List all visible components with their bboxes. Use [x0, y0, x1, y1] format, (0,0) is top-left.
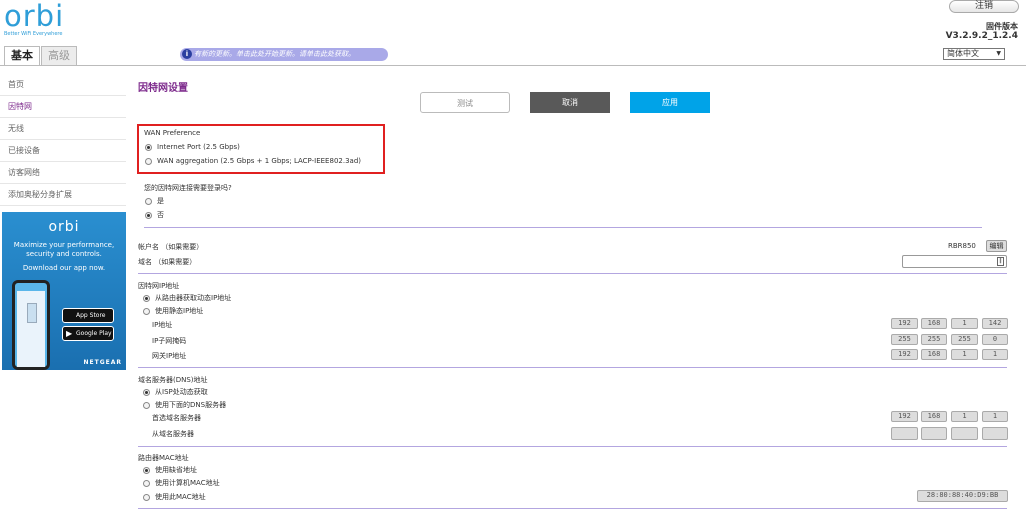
mask-octet-field[interactable]: 255: [951, 334, 978, 345]
section-divider: [138, 273, 1007, 274]
radio-button[interactable]: [145, 143, 152, 151]
logo-text: orbi: [4, 0, 65, 33]
primary-dns-octet-field[interactable]: 1: [982, 411, 1008, 422]
radio-button[interactable]: [143, 294, 150, 302]
primary-dns-label: 首选域名服务器: [152, 414, 201, 422]
radio-button[interactable]: [145, 197, 152, 205]
gateway-label: 网关IP地址: [152, 352, 187, 360]
update-notice-text: 有新的更新。单击此处开始更新。请单击此处获取。: [194, 50, 355, 58]
test-button[interactable]: 测试: [420, 92, 510, 113]
page-title: 因特网设置: [138, 83, 188, 94]
ip-section-heading: 因特网IP地址: [138, 282, 180, 290]
gateway-octet-field[interactable]: 1: [982, 349, 1008, 360]
sidebar-item-wireless[interactable]: 无线: [0, 118, 126, 140]
mac-option-computer[interactable]: 使用计算机MAC地址: [143, 478, 220, 488]
section-divider: [144, 227, 982, 228]
gateway-octet-field[interactable]: 1: [951, 349, 978, 360]
login-option-yes[interactable]: 是: [145, 196, 164, 206]
promo-download-text: Download our app now.: [22, 264, 106, 272]
gateway-octet-field[interactable]: 168: [921, 349, 947, 360]
domain-name-input[interactable]: ‖: [902, 255, 1007, 268]
secondary-dns-label: 从域名服务器: [152, 430, 194, 438]
radio-button[interactable]: [143, 401, 150, 409]
mac-option-default[interactable]: 使用缺省地址: [143, 465, 197, 475]
update-notice[interactable]: i 有新的更新。单击此处开始更新。请单击此处获取。: [180, 48, 388, 61]
ip-option-static[interactable]: 使用静态IP地址: [143, 306, 203, 316]
ip-octet-field[interactable]: 1: [951, 318, 978, 329]
language-select[interactable]: 简体中文 ▼: [943, 48, 1005, 60]
orbi-logo: orbi Better WiFi Everywhere: [4, 2, 74, 38]
secondary-dns-octet-field[interactable]: [921, 427, 947, 440]
radio-button[interactable]: [143, 388, 150, 396]
wan-option-internet-port[interactable]: Internet Port (2.5 Gbps): [145, 143, 240, 151]
wan-option-aggregation[interactable]: WAN aggregation (2.5 Gbps + 1 Gbps; LACP…: [145, 157, 361, 165]
mac-address-field[interactable]: 28:80:88:40:D9:BB: [917, 490, 1008, 502]
ip-octet-field[interactable]: 168: [921, 318, 947, 329]
ip-octet-field[interactable]: 192: [891, 318, 918, 329]
subnet-mask-label: IP子网掩码: [152, 337, 187, 345]
sidebar-item-add-satellite[interactable]: 添加奥秘分身扩展: [0, 184, 126, 206]
gateway-octet-field[interactable]: 192: [891, 349, 918, 360]
sidebar-item-guest-network[interactable]: 访客网络: [0, 162, 126, 184]
section-divider: [138, 508, 1007, 509]
dns-option-manual[interactable]: 使用下面的DNS服务器: [143, 400, 226, 410]
promo-logo: orbi: [48, 219, 80, 235]
tab-basic[interactable]: 基本: [4, 46, 40, 65]
mac-section-heading: 路由器MAC地址: [138, 454, 189, 462]
cancel-button[interactable]: 取消: [530, 92, 610, 113]
sidebar-item-home[interactable]: 首页: [0, 74, 126, 96]
secondary-dns-octet-field[interactable]: [982, 427, 1008, 440]
dns-section-heading: 域名服务器(DNS)地址: [138, 376, 208, 384]
sidebar: 首页 因特网 无线 已接设备 访客网络 添加奥秘分身扩展: [0, 74, 126, 206]
secondary-dns-octet-field[interactable]: [891, 427, 918, 440]
section-divider: [138, 446, 1007, 447]
domain-name-label: 域名 （如果需要）: [138, 258, 197, 266]
promo-headline: Maximize your performance, security and …: [13, 241, 115, 258]
info-icon: i: [182, 49, 192, 59]
account-name-value: RBR850: [948, 242, 976, 250]
primary-dns-octet-field[interactable]: 1: [951, 411, 978, 422]
ip-option-dynamic[interactable]: 从路由器获取动态IP地址: [143, 293, 231, 303]
radio-button[interactable]: [143, 466, 150, 474]
dropdown-arrow-icon: ▼: [996, 50, 1001, 57]
app-promo-banner[interactable]: orbi Maximize your performance, security…: [2, 212, 126, 370]
primary-dns-octet-field[interactable]: 168: [921, 411, 947, 422]
ip-address-label: IP地址: [152, 321, 173, 329]
header-divider: [0, 65, 1026, 66]
sidebar-item-attached-devices[interactable]: 已接设备: [0, 140, 126, 162]
radio-button[interactable]: [143, 479, 150, 487]
wan-preference-heading: WAN Preference: [144, 129, 201, 137]
login-option-no[interactable]: 否: [145, 210, 164, 220]
mask-octet-field[interactable]: 255: [921, 334, 947, 345]
logout-button[interactable]: 注销: [949, 0, 1019, 13]
mac-option-custom[interactable]: 使用此MAC地址: [143, 492, 206, 502]
language-value: 简体中文: [947, 49, 979, 58]
apply-button[interactable]: 应用: [630, 92, 710, 113]
tab-advanced[interactable]: 高级: [41, 46, 77, 65]
sidebar-item-internet[interactable]: 因特网: [0, 96, 126, 118]
clipboard-icon: ‖: [997, 257, 1004, 266]
ip-octet-field[interactable]: 142: [982, 318, 1008, 329]
login-question: 您的因特网连接需要登录吗?: [144, 184, 232, 192]
secondary-dns-octet-field[interactable]: [951, 427, 978, 440]
mask-octet-field[interactable]: 0: [982, 334, 1008, 345]
account-name-label: 帐户名 （如果需要）: [138, 243, 204, 251]
dns-option-auto[interactable]: 从ISP处动态获取: [143, 387, 208, 397]
section-divider: [138, 367, 1007, 368]
radio-button[interactable]: [143, 307, 150, 315]
radio-button[interactable]: [145, 157, 152, 165]
radio-button[interactable]: [145, 211, 152, 219]
edit-account-button[interactable]: 编辑: [986, 240, 1007, 252]
firmware-version: V3.2.9.2_1.2.4: [945, 31, 1018, 41]
primary-dns-octet-field[interactable]: 192: [891, 411, 918, 422]
radio-button[interactable]: [143, 493, 150, 501]
mask-octet-field[interactable]: 255: [891, 334, 918, 345]
